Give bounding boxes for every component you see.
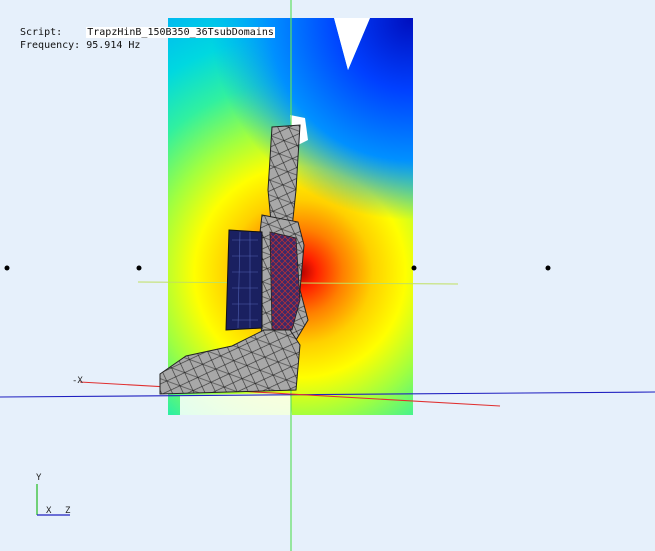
inner-block [225, 229, 263, 331]
marker-point [545, 265, 551, 271]
script-value: TrapzHinB_150B350_36TsubDomains [86, 27, 275, 38]
marker-point [136, 265, 142, 271]
frequency-value: 95.914 Hz [86, 40, 141, 51]
triad-x-label: X [46, 506, 52, 516]
3d-viewport[interactable] [0, 0, 655, 551]
triad-z-label: Z [65, 506, 71, 516]
frequency-info: Frequency: 95.914 Hz [20, 40, 140, 51]
marker-point [4, 265, 10, 271]
minus-x-label: -X [72, 376, 83, 386]
triad-y-label: Y [36, 473, 42, 483]
marker-point [411, 265, 417, 271]
script-info: Script: TrapzHinB_150B350_36TsubDomains [20, 27, 275, 38]
script-label: Script: [20, 27, 63, 38]
frequency-label: Frequency: [20, 40, 81, 51]
